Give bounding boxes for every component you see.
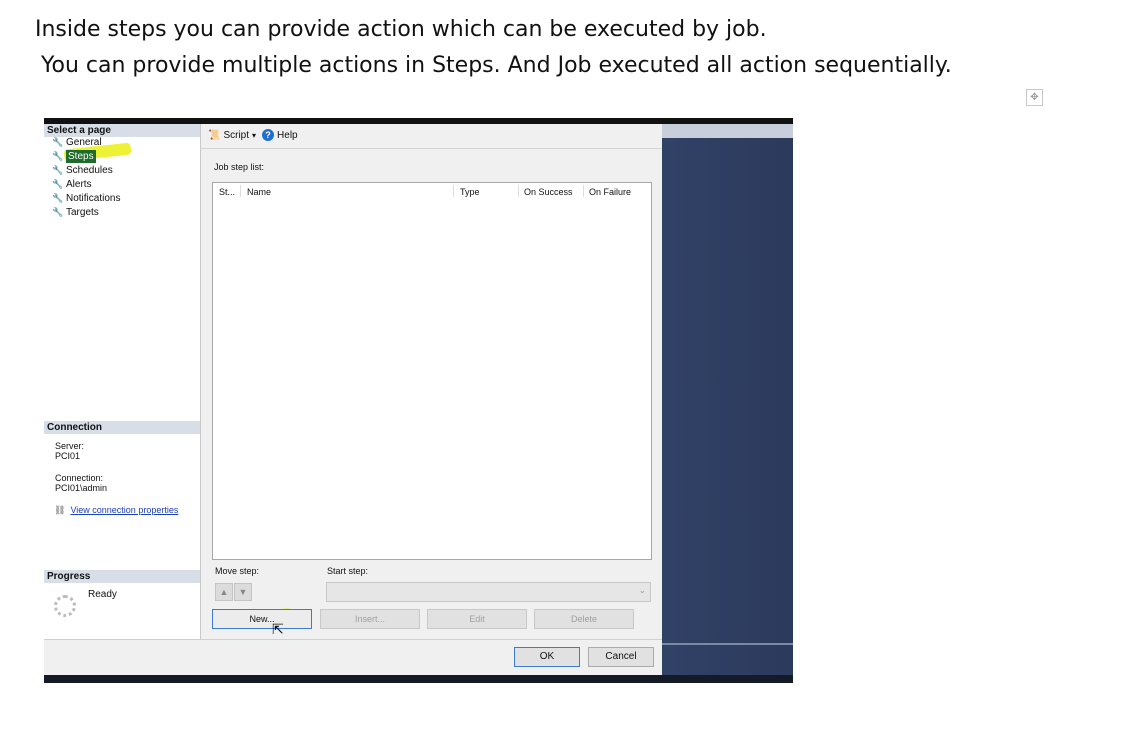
page-item-label: Schedules [66, 165, 113, 176]
page-item-label: Targets [66, 207, 99, 218]
column-header-name[interactable]: Name [247, 187, 271, 197]
column-header-on-failure[interactable]: On Failure [589, 187, 631, 197]
embedded-screenshot: Select a page 🔧 General 🔧 Steps 🔧 Schedu… [44, 118, 793, 683]
document-text-line-2: You can provide multiple actions in Step… [41, 53, 952, 78]
page-item-label: General [66, 137, 102, 148]
page-item-label: Alerts [66, 179, 92, 190]
page-item-label: Steps [66, 150, 96, 163]
server-label: Server: [55, 441, 85, 451]
help-label: Help [277, 129, 298, 141]
job-step-list[interactable]: St... Name Type On Success On Failure [212, 182, 652, 560]
left-pane: Select a page 🔧 General 🔧 Steps 🔧 Schedu… [44, 124, 201, 639]
cancel-button[interactable]: Cancel [588, 647, 654, 667]
help-icon: ? [262, 129, 275, 141]
new-step-button[interactable]: New... [212, 609, 312, 629]
page-item-label: Notifications [66, 193, 121, 204]
start-step-label: Start step: [327, 566, 369, 576]
move-step-label: Move step: [215, 566, 260, 576]
background-window-strip [662, 124, 793, 138]
page-item-schedules[interactable]: 🔧 Schedules [52, 164, 113, 177]
mouse-cursor-icon: ⇱ [272, 621, 284, 637]
start-step-select[interactable]: ⌄ [326, 582, 651, 602]
arrow-up-icon: ▲ [219, 587, 229, 597]
view-connection-link[interactable]: View connection properties [70, 505, 178, 515]
column-header-step[interactable]: St... [219, 187, 235, 197]
connection-label: Connection: [55, 473, 104, 483]
move-step-up-button[interactable]: ▲ [215, 583, 233, 601]
dropdown-arrow-icon[interactable]: ▾ [252, 131, 256, 140]
help-button[interactable]: ? Help [262, 129, 298, 141]
ok-button[interactable]: OK [514, 647, 580, 667]
script-icon: 📜 [208, 129, 221, 141]
column-header-type[interactable]: Type [460, 187, 480, 197]
wrench-icon: 🔧 [52, 179, 64, 189]
delete-step-button[interactable]: Delete [534, 609, 634, 629]
column-header-on-success[interactable]: On Success [524, 187, 573, 197]
connection-icon: ⛓ [54, 505, 66, 515]
move-step-down-button[interactable]: ▼ [234, 583, 252, 601]
wrench-icon: 🔧 [52, 193, 64, 203]
wrench-icon: 🔧 [52, 207, 64, 217]
column-divider[interactable] [453, 185, 454, 197]
chevron-down-icon: ⌄ [638, 585, 646, 595]
column-divider[interactable] [518, 185, 519, 197]
screenshot-bottom-bar [44, 675, 793, 683]
page-item-targets[interactable]: 🔧 Targets [52, 206, 99, 219]
job-properties-dialog: Select a page 🔧 General 🔧 Steps 🔧 Schedu… [44, 124, 662, 675]
background-taskbar-line [662, 643, 793, 645]
progress-status: Ready [88, 589, 117, 600]
connection-header: Connection [44, 421, 200, 434]
progress-header: Progress [44, 570, 200, 583]
script-button[interactable]: 📜 Script ▾ [208, 130, 256, 141]
footer-divider [44, 639, 662, 640]
page-item-notifications[interactable]: 🔧 Notifications [52, 192, 120, 205]
server-value: PCI01 [55, 451, 81, 461]
view-connection-properties[interactable]: ⛓ View connection properties [54, 505, 178, 515]
page-item-alerts[interactable]: 🔧 Alerts [52, 178, 92, 191]
progress-spinner-icon [54, 595, 76, 617]
arrow-down-icon: ▼ [238, 587, 248, 597]
document-text-line-1: Inside steps you can provide action whic… [35, 17, 767, 42]
edit-step-button[interactable]: Edit [427, 609, 527, 629]
page-item-general[interactable]: 🔧 General [52, 136, 102, 149]
move-handle-icon[interactable]: ✥ [1026, 89, 1043, 106]
script-label: Script [223, 129, 250, 141]
insert-step-button[interactable]: Insert... [320, 609, 420, 629]
job-step-list-label: Job step list: [214, 162, 265, 172]
dialog-toolbar: 📜 Script ▾ ? Help [208, 127, 298, 143]
page-item-steps[interactable]: 🔧 Steps [52, 150, 96, 163]
connection-value: PCI01\admin [55, 483, 108, 493]
wrench-icon: 🔧 [52, 137, 64, 147]
wrench-icon: 🔧 [52, 151, 64, 161]
column-divider[interactable] [583, 185, 584, 197]
toolbar-divider [200, 148, 662, 149]
column-divider[interactable] [240, 185, 241, 197]
wrench-icon: 🔧 [52, 165, 64, 175]
